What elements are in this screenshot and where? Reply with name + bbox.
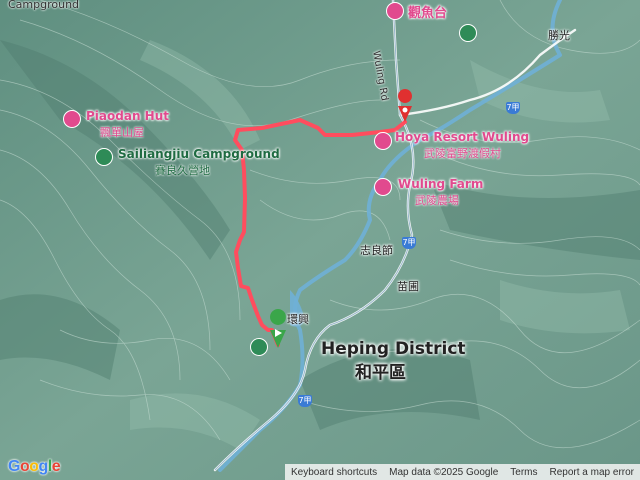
- zhiliangjie-label: 志良節: [360, 244, 393, 257]
- google-logo: Google: [8, 458, 61, 475]
- hotel-icon[interactable]: [63, 110, 81, 128]
- heping-district-label: Heping District: [321, 339, 466, 359]
- sailiangjiu-zh-label: 賽良久營地: [155, 164, 210, 177]
- miaopu-label: 苗圃: [397, 280, 419, 293]
- report-error-link[interactable]: Report a map error: [544, 467, 640, 478]
- logo-letter-g: G: [8, 458, 20, 475]
- hoya-resort-zh-label: 武陵富野渡假村: [424, 147, 501, 160]
- keyboard-shortcuts-link[interactable]: Keyboard shortcuts: [285, 467, 383, 478]
- campground-icon[interactable]: [95, 148, 113, 166]
- piaodan-hut-zh-label: 飄單山屋: [100, 126, 144, 139]
- terrain-layer: [0, 0, 640, 480]
- hotel-icon[interactable]: [374, 178, 392, 196]
- heping-district-zh-label: 和平區: [355, 363, 406, 383]
- hotel-icon[interactable]: [374, 132, 392, 150]
- hoya-resort-label[interactable]: Hoya Resort Wuling: [395, 130, 529, 144]
- shengguang-label: 勝光: [548, 29, 570, 42]
- attribution-bar: Keyboard shortcuts Map data ©2025 Google…: [284, 464, 640, 480]
- map-data-text: Map data ©2025 Google: [389, 466, 499, 478]
- road-shield-icon: 7甲: [298, 395, 312, 407]
- guanyutai-label[interactable]: 觀魚台: [408, 2, 447, 21]
- campground-label: Campground: [8, 0, 80, 11]
- terms-link[interactable]: Terms: [504, 467, 543, 478]
- wuling-farm-zh-label: 武陵農場: [415, 194, 459, 207]
- road-shield-icon: 7甲: [402, 237, 416, 249]
- map-canvas[interactable]: Campground 觀魚台 Wuling Rd 勝光 Piaodan Hut …: [0, 0, 640, 480]
- road-shield-icon: 7甲: [506, 102, 520, 114]
- wuling-farm-label[interactable]: Wuling Farm: [398, 177, 483, 191]
- sailiangjiu-label[interactable]: Sailiangjiu Campground: [118, 147, 280, 161]
- piaodan-hut-label[interactable]: Piaodan Hut: [86, 109, 169, 123]
- park-icon[interactable]: [459, 24, 477, 42]
- park-icon[interactable]: [250, 338, 268, 356]
- huanshan-label: 環興: [287, 313, 309, 326]
- hotel-icon[interactable]: [386, 2, 404, 20]
